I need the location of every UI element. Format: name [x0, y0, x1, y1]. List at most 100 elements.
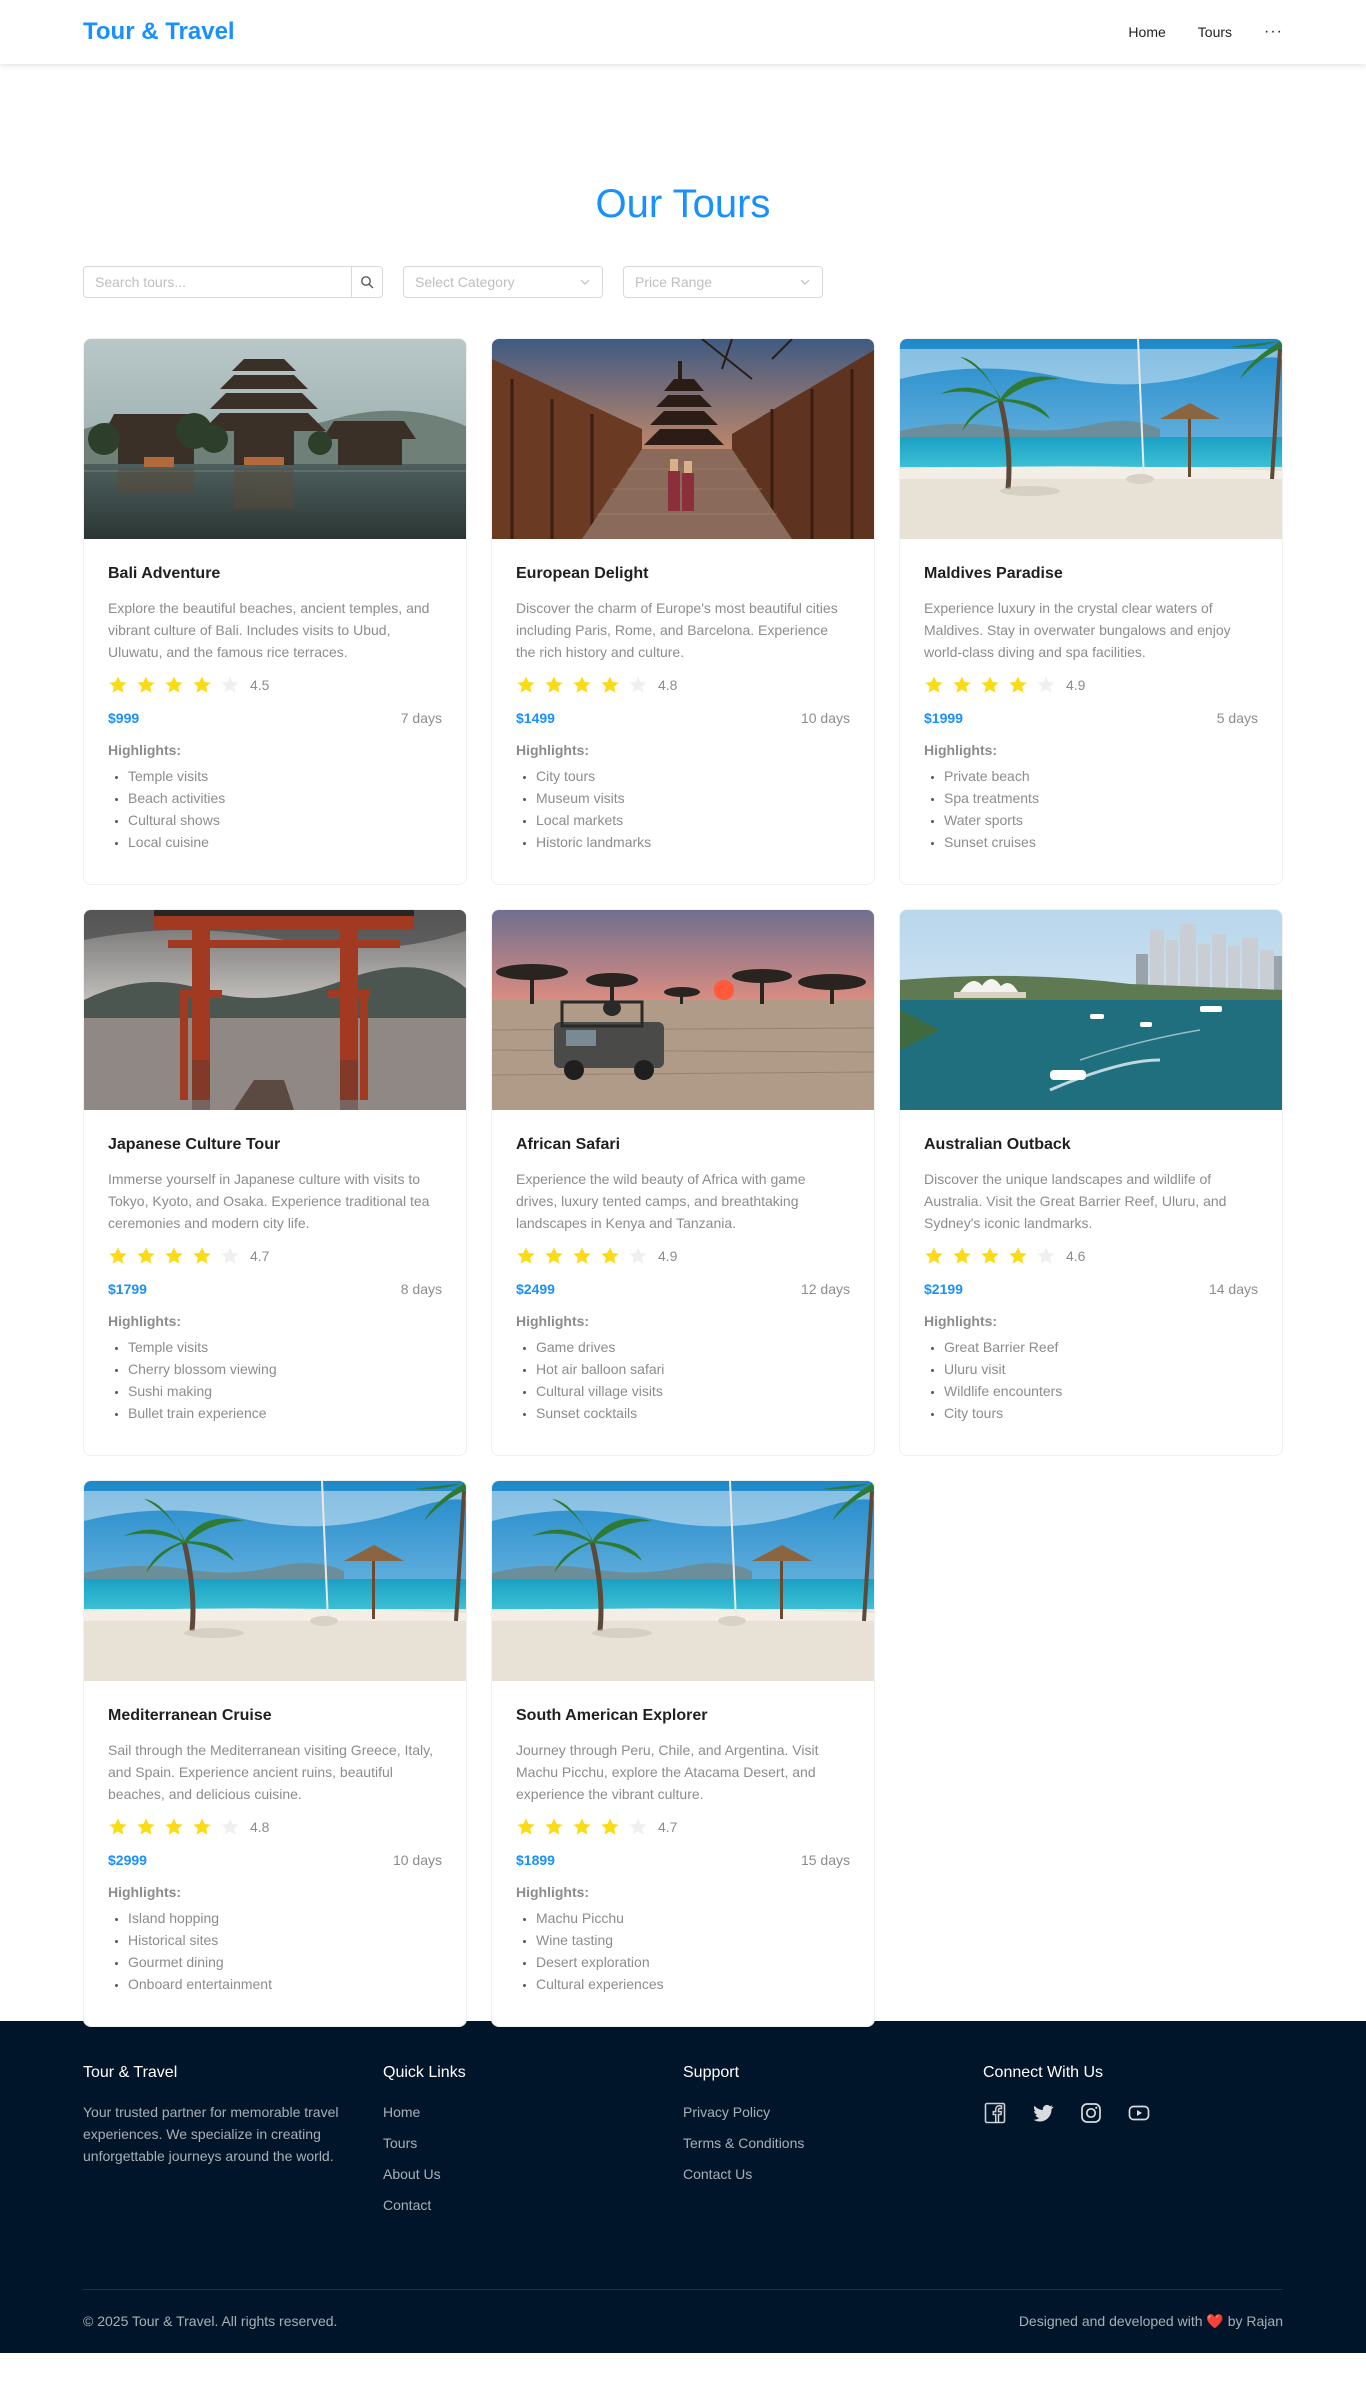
tour-price: $2499 [516, 1281, 555, 1297]
star-icon[interactable] [516, 1817, 536, 1837]
highlight-item: Game drives [536, 1336, 850, 1358]
tour-card[interactable]: Mediterranean Cruise Sail through the Me… [83, 1480, 467, 2027]
star-icon[interactable] [628, 1246, 648, 1266]
highlight-item: Cultural shows [128, 809, 442, 831]
brand-logo[interactable]: Tour & Travel [83, 18, 235, 46]
tour-image[interactable] [900, 339, 1282, 539]
tour-card[interactable]: Bali Adventure Explore the beautiful bea… [83, 338, 467, 885]
star-icon[interactable] [164, 1246, 184, 1266]
nav-more-icon[interactable]: ··· [1264, 23, 1283, 41]
star-icon[interactable] [924, 675, 944, 695]
star-icon[interactable] [980, 675, 1000, 695]
tour-image[interactable] [84, 339, 466, 539]
rating-value: 4.7 [658, 1819, 678, 1835]
star-icon[interactable] [220, 1246, 240, 1266]
search-button[interactable] [351, 266, 383, 298]
star-icon[interactable] [952, 675, 972, 695]
star-icon[interactable] [220, 675, 240, 695]
highlight-item: Local cuisine [128, 831, 442, 853]
tour-card-body: Australian Outback Discover the unique l… [900, 1110, 1282, 1448]
tour-description: Experience luxury in the crystal clear w… [924, 600, 1231, 660]
rating: 4.5 [108, 673, 442, 697]
tour-image-illustration [84, 339, 466, 539]
tour-card[interactable]: Maldives Paradise Experience luxury in t… [899, 338, 1283, 885]
star-icon[interactable] [544, 1817, 564, 1837]
star-icon[interactable] [628, 675, 648, 695]
tour-card[interactable]: African Safari Experience the wild beaut… [491, 909, 875, 1456]
star-icon[interactable] [192, 675, 212, 695]
tour-price: $2199 [924, 1281, 963, 1297]
footer-connect-heading: Connect With Us [983, 2064, 1104, 2081]
rating-value: 4.9 [1066, 677, 1086, 693]
main-nav: Home Tours ··· [1128, 23, 1283, 41]
star-icon[interactable] [108, 675, 128, 695]
star-icon[interactable] [600, 675, 620, 695]
star-icon[interactable] [108, 1817, 128, 1837]
star-icon[interactable] [108, 1246, 128, 1266]
star-icon[interactable] [1008, 1246, 1028, 1266]
star-icon[interactable] [572, 1817, 592, 1837]
star-icon[interactable] [220, 1817, 240, 1837]
tour-card[interactable]: European Delight Discover the charm of E… [491, 338, 875, 885]
star-icon[interactable] [192, 1817, 212, 1837]
star-icon[interactable] [164, 1817, 184, 1837]
price-select[interactable]: Price Range [623, 266, 823, 298]
facebook-icon[interactable] [983, 2101, 1007, 2125]
star-icon[interactable] [164, 675, 184, 695]
search-input[interactable] [83, 266, 351, 298]
star-icon[interactable] [136, 675, 156, 695]
star-icon[interactable] [1036, 1246, 1056, 1266]
nav-tours[interactable]: Tours [1198, 24, 1232, 40]
star-icon[interactable] [1036, 675, 1056, 695]
nav-home[interactable]: Home [1128, 24, 1165, 40]
tour-image[interactable] [492, 1481, 874, 1681]
star-icon[interactable] [924, 1246, 944, 1266]
star-icon[interactable] [980, 1246, 1000, 1266]
twitter-icon[interactable] [1031, 2101, 1055, 2125]
star-icon[interactable] [600, 1817, 620, 1837]
star-icon[interactable] [136, 1817, 156, 1837]
tour-image[interactable] [492, 339, 874, 539]
star-icon[interactable] [600, 1246, 620, 1266]
star-icon[interactable] [1008, 675, 1028, 695]
star-icon[interactable] [136, 1246, 156, 1266]
footer-link-home[interactable]: Home [383, 2101, 683, 2132]
footer-link-tours[interactable]: Tours [383, 2132, 683, 2163]
tours-page: Our Tours Select Category Price Range [83, 64, 1283, 2027]
category-select[interactable]: Select Category [403, 266, 603, 298]
star-icon[interactable] [628, 1817, 648, 1837]
star-icon[interactable] [572, 1246, 592, 1266]
star-icon[interactable] [952, 1246, 972, 1266]
star-icon[interactable] [544, 675, 564, 695]
tour-image[interactable] [492, 910, 874, 1110]
footer-link-contact-us[interactable]: Contact Us [683, 2163, 983, 2194]
footer-link-contact[interactable]: Contact [383, 2194, 683, 2225]
tour-image-illustration [84, 1481, 466, 1681]
instagram-icon[interactable] [1079, 2101, 1103, 2125]
footer-about-heading: Tour & Travel [83, 2064, 178, 2081]
star-icon[interactable] [544, 1246, 564, 1266]
star-icon[interactable] [572, 675, 592, 695]
tour-card[interactable]: Japanese Culture Tour Immerse yourself i… [83, 909, 467, 1456]
tour-image-illustration [900, 910, 1282, 1110]
footer-link-privacy[interactable]: Privacy Policy [683, 2101, 983, 2132]
tour-card[interactable]: South American Explorer Journey through … [491, 1480, 875, 2027]
highlight-item: Uluru visit [944, 1358, 1258, 1380]
support-links-list: Privacy Policy Terms & Conditions Contac… [683, 2101, 983, 2194]
tour-card[interactable]: Australian Outback Discover the unique l… [899, 909, 1283, 1456]
site-footer: Tour & Travel Your trusted partner for m… [0, 2021, 1366, 2353]
tour-price: $999 [108, 710, 140, 726]
quick-links-list: Home Tours About Us Contact [383, 2101, 683, 2225]
star-icon[interactable] [516, 1246, 536, 1266]
tour-image[interactable] [84, 1481, 466, 1681]
footer-link-about[interactable]: About Us [383, 2163, 683, 2194]
highlights-list: Temple visitsBeach activitiesCultural sh… [108, 765, 442, 853]
star-icon[interactable] [516, 675, 536, 695]
tour-image[interactable] [84, 910, 466, 1110]
highlight-item: Sunset cocktails [536, 1402, 850, 1424]
footer-bottom: © 2025 Tour & Travel. All rights reserve… [83, 2290, 1283, 2352]
star-icon[interactable] [192, 1246, 212, 1266]
youtube-icon[interactable] [1127, 2101, 1151, 2125]
footer-link-terms[interactable]: Terms & Conditions [683, 2132, 983, 2163]
tour-image[interactable] [900, 910, 1282, 1110]
